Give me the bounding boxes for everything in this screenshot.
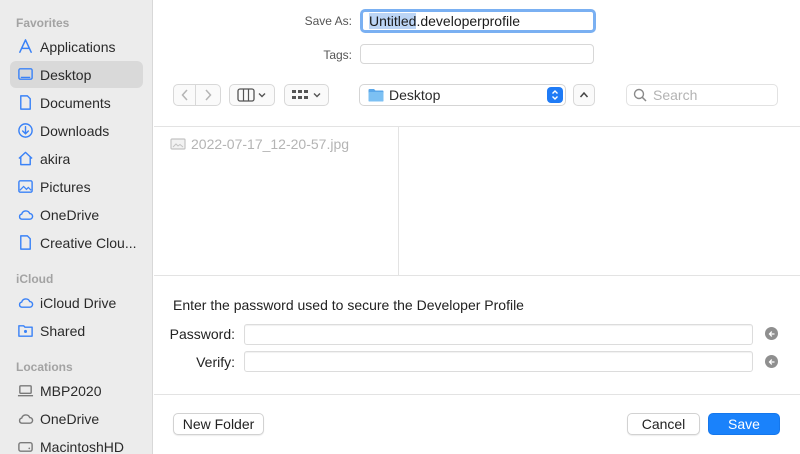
sidebar-item-label: OneDrive — [40, 206, 100, 223]
group-by-button[interactable] — [284, 84, 329, 106]
sidebar-item-label: Shared — [40, 322, 86, 339]
verify-label: Verify: — [196, 354, 235, 370]
file-item[interactable]: 2022-07-17_12-20-57.jpg — [170, 136, 349, 152]
chevron-right-icon — [205, 89, 212, 101]
view-mode-button[interactable] — [229, 84, 275, 106]
cancel-button[interactable]: Cancel — [627, 413, 700, 435]
document-icon — [16, 94, 34, 112]
verify-field[interactable] — [244, 351, 753, 372]
password-field[interactable] — [244, 324, 753, 345]
save-button[interactable]: Save — [708, 413, 780, 435]
sidebar-item-label: MBP2020 — [40, 382, 102, 399]
save-as-input[interactable]: Untitled.developerprofile — [360, 9, 596, 33]
sidebar-item-label: Downloads — [40, 122, 110, 139]
columns-view-icon — [237, 88, 266, 102]
locations-section-title: Locations — [16, 360, 73, 374]
sidebar: Favorites Applications Desktop Documents… — [0, 0, 153, 454]
home-icon — [16, 150, 34, 168]
cloud-icon — [16, 410, 34, 428]
chevron-left-icon — [180, 89, 188, 101]
file-browser: 2022-07-17_12-20-57.jpg — [154, 126, 800, 276]
sidebar-item-mbp2020[interactable]: MBP2020 — [10, 377, 143, 404]
sidebar-item-shared[interactable]: Shared — [10, 317, 143, 344]
sidebar-item-desktop[interactable]: Desktop — [10, 61, 143, 88]
location-label: Desktop — [389, 87, 441, 103]
password-label: Password: — [169, 326, 235, 342]
forward-button[interactable] — [196, 84, 221, 106]
sidebar-item-label: akira — [40, 150, 71, 167]
dialog-footer: New Folder Cancel Save — [154, 394, 800, 454]
laptop-icon — [16, 382, 34, 400]
back-button[interactable] — [173, 84, 196, 106]
chevron-up-icon — [579, 91, 589, 98]
verify-reveal-button[interactable] — [765, 355, 778, 368]
icloud-section-title: iCloud — [16, 272, 54, 286]
column-divider[interactable] — [398, 127, 399, 275]
sidebar-item-onedrive[interactable]: OneDrive — [10, 201, 143, 228]
sidebar-item-label: iCloud Drive — [40, 294, 117, 311]
tags-input[interactable] — [360, 44, 594, 64]
download-icon — [16, 122, 34, 140]
save-as-label: Save As: — [304, 14, 352, 28]
sidebar-item-onedrive-location[interactable]: OneDrive — [10, 405, 143, 432]
sidebar-item-label: Creative Clou... — [40, 234, 137, 251]
document-icon — [16, 234, 34, 252]
sidebar-item-home[interactable]: akira — [10, 145, 143, 172]
expand-collapse-button[interactable] — [573, 84, 595, 106]
save-as-selected-text: Untitled — [369, 13, 417, 29]
updown-chevron-icon — [547, 87, 563, 103]
sidebar-item-documents[interactable]: Documents — [10, 89, 143, 116]
search-input[interactable]: Search — [626, 84, 778, 106]
sidebar-item-icloud-drive[interactable]: iCloud Drive — [10, 289, 143, 316]
shared-folder-icon — [16, 322, 34, 340]
sidebar-item-creative-cloud[interactable]: Creative Clou... — [10, 229, 143, 256]
password-reveal-button[interactable] — [765, 327, 778, 340]
file-name: 2022-07-17_12-20-57.jpg — [191, 136, 350, 152]
cloud-icon — [16, 206, 34, 224]
folder-icon — [368, 89, 384, 102]
arrow-left-icon — [768, 330, 774, 337]
sidebar-item-macintoshhd[interactable]: MacintoshHD — [10, 433, 143, 454]
sidebar-item-label: Desktop — [40, 66, 92, 83]
location-popup[interactable]: Desktop — [359, 84, 566, 106]
pictures-icon — [16, 178, 34, 196]
cloud-icon — [16, 294, 34, 312]
applications-icon — [16, 38, 34, 56]
save-dialog-main: Save As: Untitled.developerprofile Tags:… — [154, 0, 800, 454]
password-instructions: Enter the password used to secure the De… — [173, 297, 524, 313]
sidebar-item-label: Documents — [40, 94, 111, 111]
sidebar-item-label: Applications — [40, 38, 116, 55]
grid-view-icon — [291, 90, 320, 99]
sidebar-item-label: Pictures — [40, 178, 91, 195]
tags-label: Tags: — [323, 48, 352, 62]
favorites-section-title: Favorites — [16, 16, 70, 30]
sidebar-item-pictures[interactable]: Pictures — [10, 173, 143, 200]
sidebar-item-label: OneDrive — [40, 410, 100, 427]
new-folder-button[interactable]: New Folder — [173, 413, 264, 435]
arrow-left-icon — [768, 358, 774, 365]
sidebar-item-applications[interactable]: Applications — [10, 33, 143, 60]
save-as-extension-text: .developerprofile — [416, 13, 520, 29]
image-file-icon — [170, 138, 186, 150]
desktop-icon — [16, 66, 34, 84]
search-icon — [633, 88, 647, 102]
sidebar-item-downloads[interactable]: Downloads — [10, 117, 143, 144]
disk-icon — [16, 438, 34, 454]
search-placeholder: Search — [653, 87, 698, 103]
sidebar-item-label: MacintoshHD — [40, 438, 125, 454]
